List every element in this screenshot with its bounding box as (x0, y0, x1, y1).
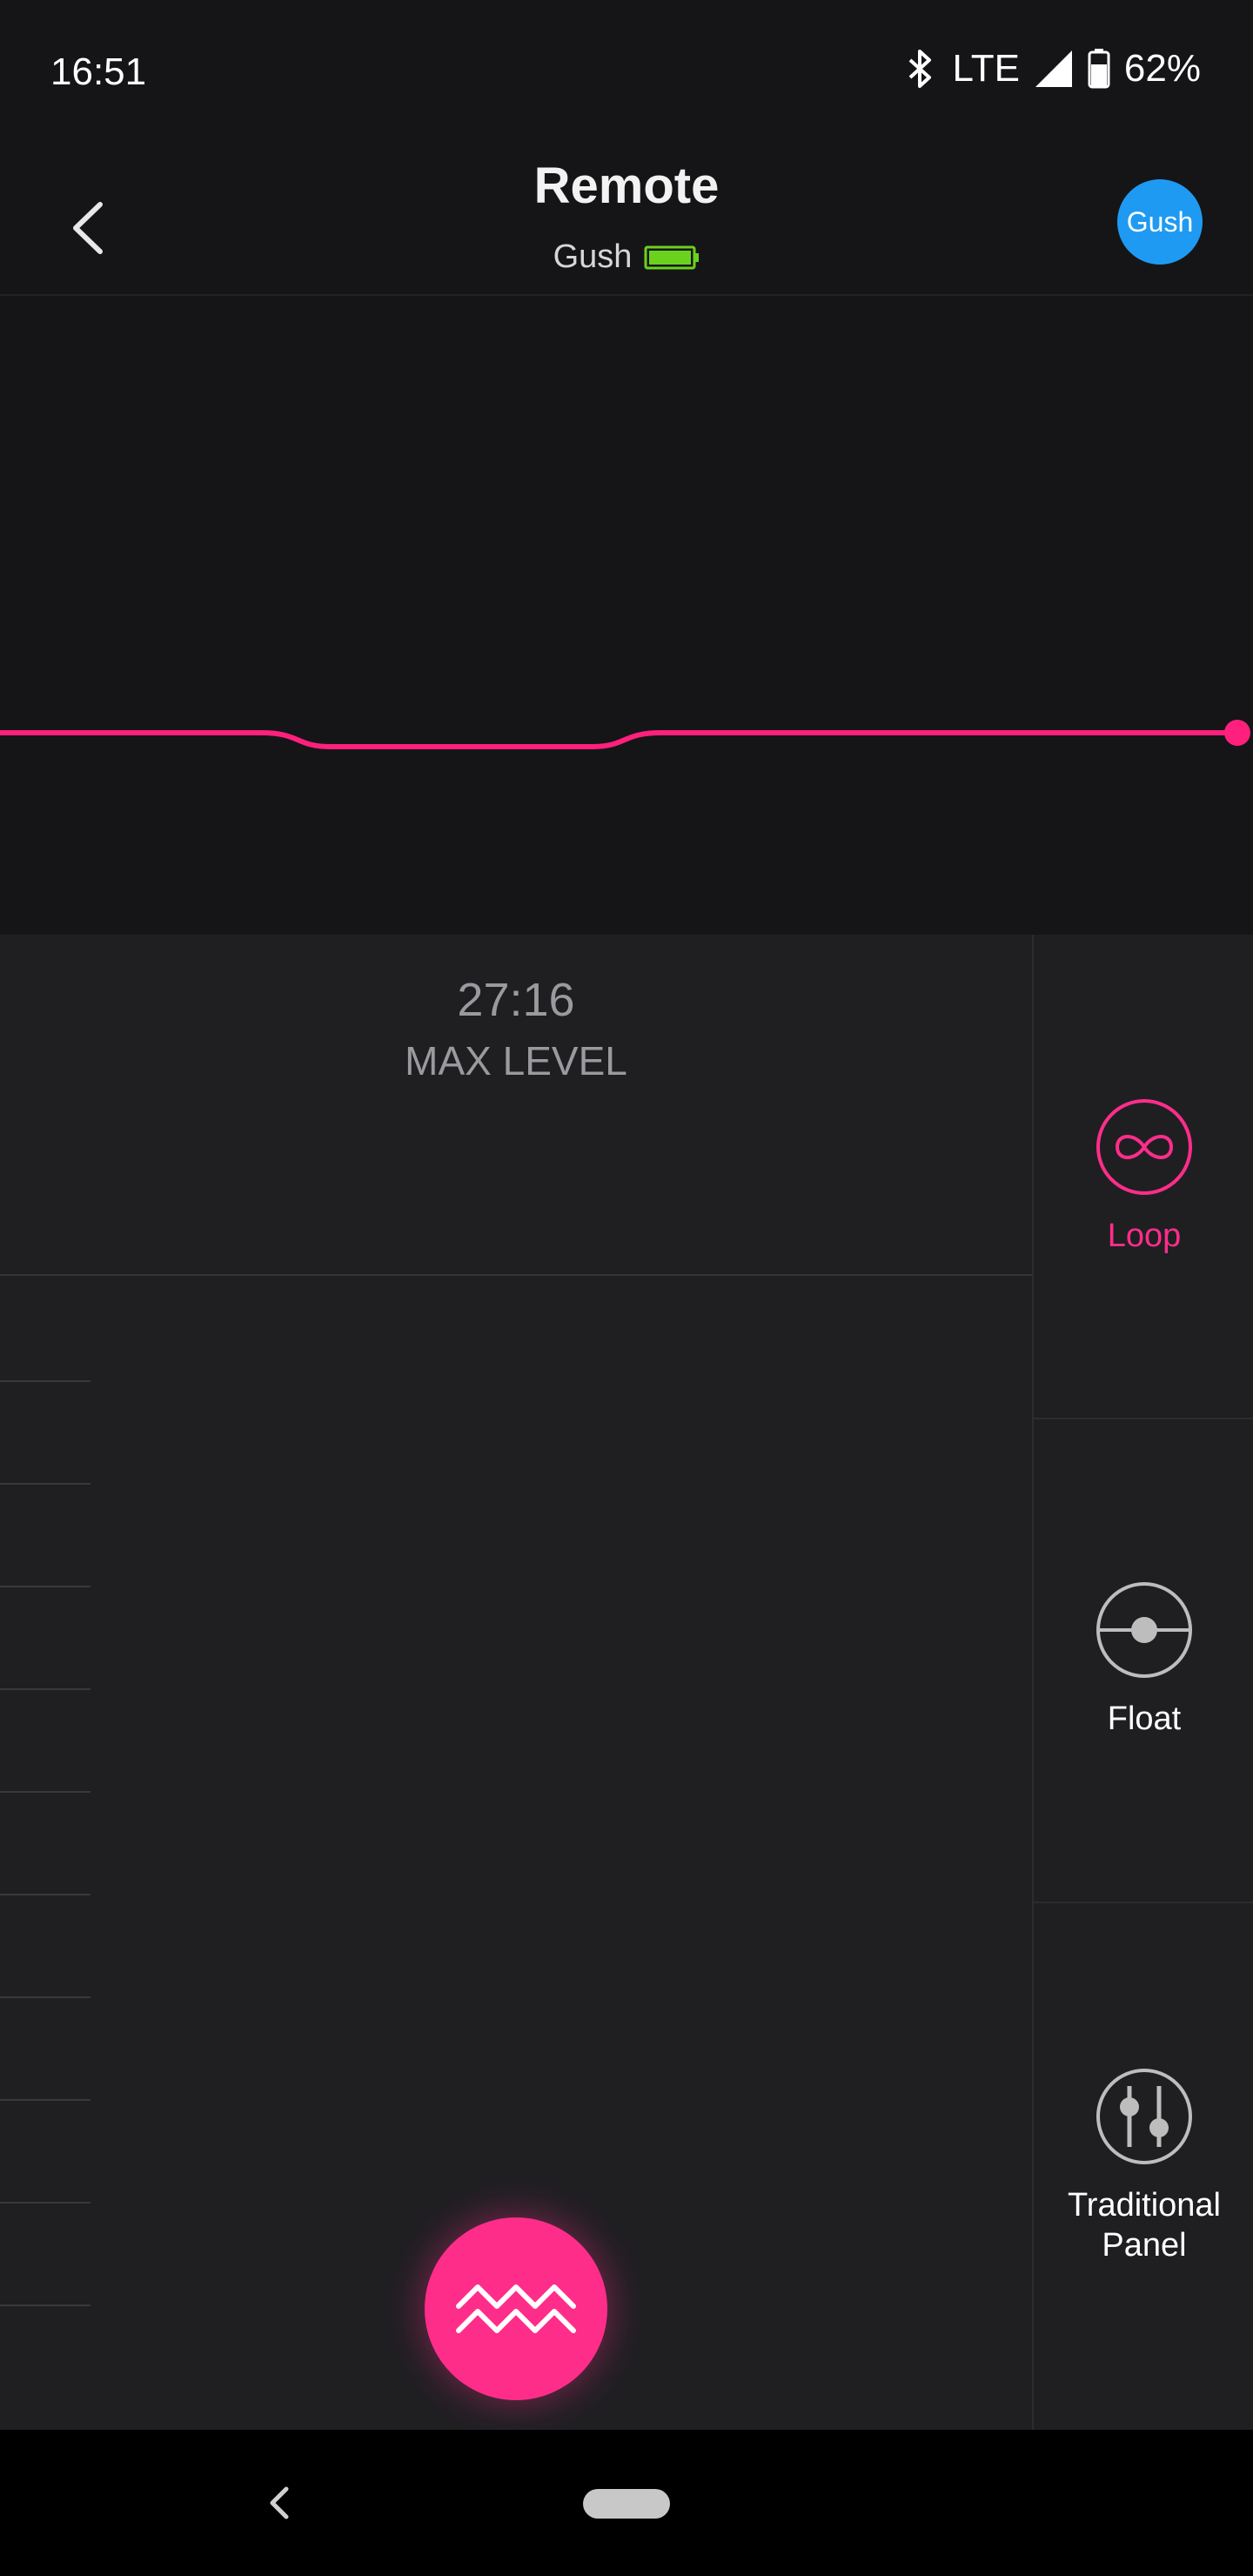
mode-float[interactable]: Float (1034, 1418, 1253, 1903)
level-tick (0, 1996, 90, 1998)
level-tick (0, 2202, 90, 2204)
avatar-label: Gush (1126, 205, 1194, 238)
signal-icon (1035, 50, 1072, 87)
level-tick (0, 1483, 90, 1485)
intensity-graph-canvas (0, 720, 1250, 749)
system-back-button[interactable] (254, 2475, 303, 2531)
readout: 27:16 MAX LEVEL (0, 935, 1032, 1276)
infinity-icon (1096, 1098, 1192, 1195)
level-tick (0, 1791, 90, 1793)
float-icon (1096, 1582, 1192, 1678)
level-label: MAX LEVEL (405, 1038, 627, 1083)
home-pill[interactable] (583, 2489, 670, 2519)
level-tick (0, 2099, 90, 2101)
mode-label: Traditional Panel (1067, 2186, 1221, 2264)
status-time: 16:51 (50, 50, 147, 93)
intensity-graph (0, 296, 1253, 935)
mode-label: Loop (1107, 1217, 1182, 1254)
waves-icon (456, 2284, 576, 2333)
device-status: Gush (0, 238, 1253, 276)
pattern-button[interactable] (425, 2217, 607, 2400)
sliders-icon (1096, 2068, 1192, 2164)
chevron-left-icon (270, 2486, 289, 2519)
battery-icon (1088, 49, 1110, 89)
bluetooth-icon (909, 50, 932, 88)
intensity-handle (1224, 720, 1250, 746)
battery-percent: 62% (1123, 47, 1201, 90)
app-bar: Remote Gush Gush (0, 148, 1253, 296)
level-tick (0, 1586, 90, 1587)
control-panel[interactable]: 27:16 MAX LEVEL (0, 935, 1032, 2430)
device-name: Gush (553, 238, 633, 275)
page-title: Remote (533, 158, 720, 214)
network-type: LTE (952, 47, 1020, 90)
level-tick (0, 1688, 90, 1690)
battery-level-icon (644, 245, 700, 269)
mode-selector: Loop Float Traditional Panel (1032, 935, 1253, 2430)
mode-loop[interactable]: Loop (1034, 935, 1253, 1419)
mode-traditional-panel[interactable]: Traditional Panel (1034, 1902, 1253, 2430)
mode-label: Float (1107, 1701, 1182, 1737)
status-icons: LTE 62% (903, 47, 1201, 91)
intensity-line (0, 730, 1237, 749)
level-tick (0, 1894, 90, 1895)
avatar[interactable]: Gush (1117, 179, 1203, 265)
level-tick (0, 2304, 90, 2306)
status-bar: 16:51 LTE 62% (0, 0, 1253, 148)
level-tick (0, 1380, 90, 1382)
elapsed-time: 27:16 (457, 974, 575, 1026)
navigation-bar (0, 2430, 1253, 2576)
